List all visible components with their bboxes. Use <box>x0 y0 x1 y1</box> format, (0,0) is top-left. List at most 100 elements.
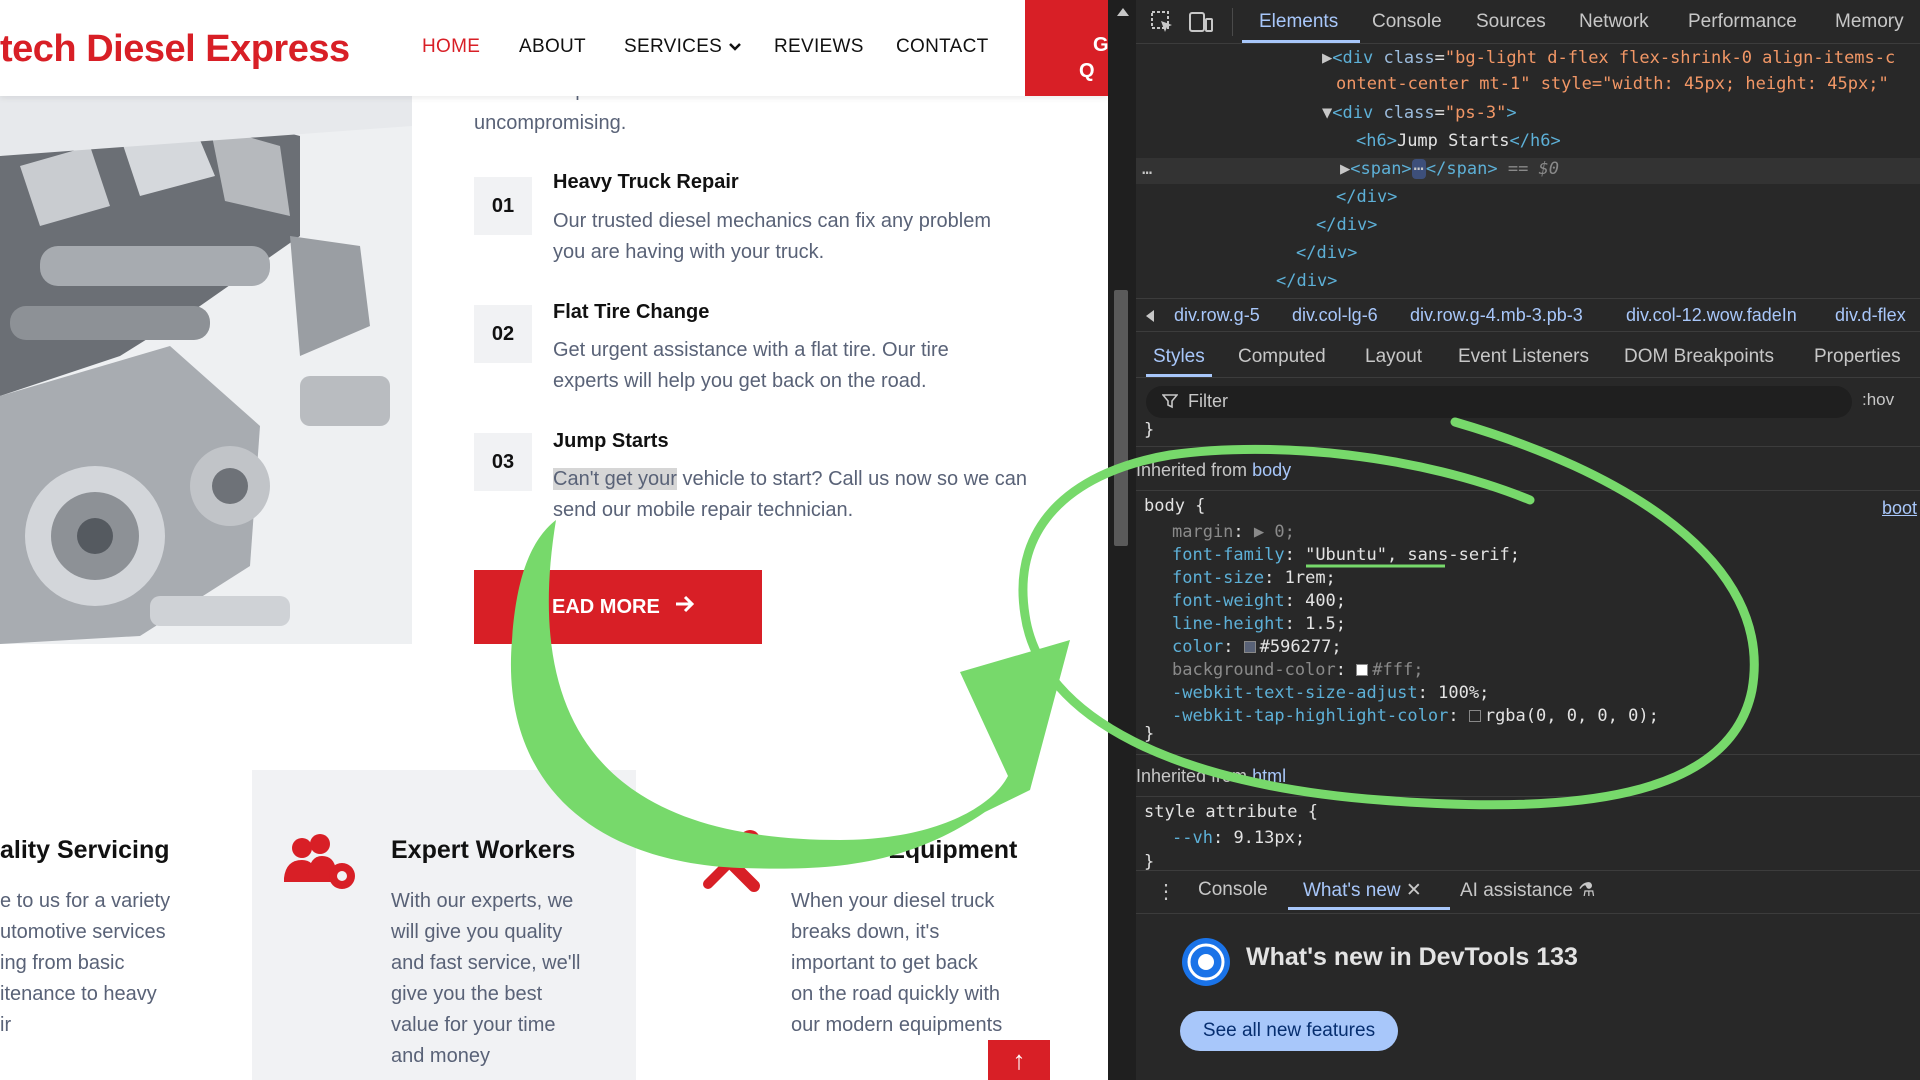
css-declaration[interactable]: line-height: 1.5; <box>1172 614 1346 634</box>
inherited-from-body-header: Inherited from body <box>1136 460 1292 480</box>
breadcrumb-item[interactable]: div.col-12.wow.fadeIn <box>1626 305 1797 326</box>
service-number-03: 03 <box>474 433 532 491</box>
service-number-02: 02 <box>474 305 532 363</box>
devtools-toolbar: Elements Console Sources Network Perform… <box>1136 0 1920 44</box>
breadcrumb-item[interactable]: div.d-flex <box>1835 305 1906 326</box>
page-scrollbar[interactable] <box>1108 0 1136 1080</box>
color-swatch[interactable] <box>1356 664 1369 676</box>
dom-more-icon[interactable]: … <box>1142 159 1152 179</box>
css-declaration[interactable]: -webkit-text-size-adjust: 100%; <box>1172 683 1489 703</box>
users-gear-icon <box>280 834 360 897</box>
brand-logo-text[interactable]: tech Diesel Express <box>0 28 350 71</box>
subtab-layout[interactable]: Layout <box>1365 346 1422 368</box>
feature-desc-quality: e to us for a variety utomotive services i… <box>0 890 171 1036</box>
subtab-event-listeners[interactable]: Event Listeners <box>1458 346 1589 368</box>
css-selector-body: body { <box>1144 496 1206 516</box>
dom-close-div-1: </div> <box>1336 187 1398 207</box>
device-toolbar-icon[interactable] <box>1188 10 1214 39</box>
inspect-element-icon[interactable] <box>1150 10 1174 39</box>
service-number-01: 01 <box>474 177 532 235</box>
nav-home[interactable]: HOME <box>422 36 480 58</box>
stylesheet-link[interactable]: boot <box>1882 498 1917 519</box>
css-declaration[interactable]: background-color: #fff; <box>1172 660 1423 680</box>
drawer-tab-ai-assistance[interactable]: AI assistance ⚗ <box>1460 879 1595 902</box>
styles-subtabs: Styles Computed Layout Event Listeners D… <box>1136 340 1920 378</box>
css-declaration[interactable]: -webkit-tap-highlight-color: rgba(0, 0, … <box>1172 706 1659 726</box>
service-desc-flat-tire: Get urgent assistance with a flat tire. … <box>553 339 949 392</box>
dom-node-div-ps3[interactable]: ▼<div class="ps-3"> <box>1322 103 1517 123</box>
dom-node-attr-continuation: ontent-center mt-1" style="width: 45px; … <box>1336 74 1889 94</box>
css-declaration[interactable]: font-size: 1rem; <box>1172 568 1336 588</box>
text-selection-highlight: Can't get your <box>553 468 677 490</box>
breadcrumb-item[interactable]: div.col-lg-6 <box>1292 305 1378 326</box>
dom-node-h6[interactable]: <h6>Jump Starts</h6> <box>1356 131 1561 151</box>
styles-filter-input[interactable]: Filter <box>1146 386 1852 418</box>
arrow-right-icon <box>674 594 696 620</box>
tab-performance[interactable]: Performance <box>1688 11 1797 33</box>
rule-close-brace: } <box>1144 852 1155 872</box>
tab-console[interactable]: Console <box>1372 11 1442 33</box>
read-more-label: EAD MORE <box>552 595 660 618</box>
nav-services[interactable]: SERVICES <box>624 36 742 58</box>
css-declaration[interactable]: margin: ▶ 0; <box>1172 522 1295 542</box>
nav-reviews[interactable]: REVIEWS <box>774 36 864 58</box>
service-title-jump-starts: Jump Starts <box>553 430 669 452</box>
dom-close-div-3: </div> <box>1296 243 1358 263</box>
filter-icon <box>1161 393 1179 414</box>
breadcrumb: div.row.g-5 div.col-lg-6 div.row.g-4.mb-… <box>1136 298 1920 332</box>
nav-services-label: SERVICES <box>624 36 723 57</box>
subtab-dom-breakpoints[interactable]: DOM Breakpoints <box>1624 346 1774 368</box>
subtab-computed[interactable]: Computed <box>1238 346 1326 368</box>
service-title-flat-tire: Flat Tire Change <box>553 301 710 323</box>
drawer-tab-whats-new[interactable]: What's new ✕ <box>1303 879 1422 902</box>
diesel-engine-image <box>0 96 412 644</box>
dom-node-div-bg-light[interactable]: ▶<div class="bg-light d-flex flex-shrink… <box>1322 48 1895 68</box>
get-quote-button[interactable]: GQ <box>1025 0 1108 96</box>
hover-state-toggle[interactable]: :hov <box>1862 390 1894 410</box>
chevron-down-icon <box>728 36 742 57</box>
feature-desc-modern-equipment: When your diesel truck breaks down, it's i… <box>791 890 1003 1036</box>
dom-close-div-2: </div> <box>1316 215 1378 235</box>
read-more-button[interactable]: EAD MORE <box>474 570 762 644</box>
chrome-devtools-logo-icon <box>1180 936 1232 993</box>
chevron-left-icon[interactable] <box>1146 309 1156 327</box>
dom-node-span-selected[interactable]: ▶<span> ⋯ </span> == $0 <box>1340 159 1559 179</box>
css-declaration[interactable]: color: #596277; <box>1172 637 1342 657</box>
service-desc-jump-starts: Can't get your vehicle to start? Call us… <box>553 468 1028 521</box>
drawer-tab-console[interactable]: Console <box>1198 879 1268 901</box>
feature-title-expert-workers: Expert Workers <box>391 836 576 864</box>
see-all-features-button[interactable]: See all new features <box>1180 1011 1398 1051</box>
subtab-styles[interactable]: Styles <box>1153 346 1205 368</box>
feature-title-quality: ality Servicing <box>0 836 170 864</box>
color-swatch[interactable] <box>1468 710 1481 722</box>
tab-elements[interactable]: Elements <box>1259 11 1338 33</box>
css-declaration-vh[interactable]: --vh: 9.13px; <box>1172 828 1305 848</box>
rule-close-brace: } <box>1144 724 1155 744</box>
nav-about[interactable]: ABOUT <box>519 36 586 58</box>
breadcrumb-item[interactable]: div.row.g-5 <box>1174 305 1260 326</box>
drawer-menu-icon[interactable]: ⋮ <box>1156 879 1176 904</box>
rule-close-brace: } <box>1144 420 1155 440</box>
site-header: tech Diesel Express HOME ABOUT SERVICES … <box>0 0 1108 96</box>
back-to-top-button[interactable]: ↑ <box>988 1040 1050 1080</box>
inherited-from-html-header: Inherited from html <box>1136 766 1287 786</box>
nav-contact[interactable]: CONTACT <box>896 36 989 58</box>
tab-network[interactable]: Network <box>1579 11 1649 33</box>
service-desc-heavy-truck: Our trusted diesel mechanics can fix any… <box>553 210 991 263</box>
close-icon[interactable]: ✕ <box>1406 880 1422 901</box>
css-declaration[interactable]: font-weight: 400; <box>1172 591 1346 611</box>
css-style-attribute: style attribute { <box>1144 802 1318 822</box>
color-swatch[interactable] <box>1243 641 1256 653</box>
whats-new-title: What's new in DevTools 133 <box>1246 943 1578 971</box>
website-viewport: workmanship and customer service is stea… <box>0 0 1108 1080</box>
css-declaration[interactable]: font-family: "Ubuntu", sans-serif; <box>1172 545 1520 565</box>
intro-text: uncompromising. <box>474 112 627 134</box>
tab-sources[interactable]: Sources <box>1476 11 1546 33</box>
arrow-up-icon: ↑ <box>1012 1045 1026 1075</box>
dom-close-div-4: </div> <box>1276 271 1338 291</box>
breadcrumb-item[interactable]: div.row.g-4.mb-3.pb-3 <box>1410 305 1583 326</box>
tab-memory[interactable]: Memory <box>1835 11 1904 33</box>
feature-title-modern-equipment: Modern Equipment <box>791 836 1018 864</box>
subtab-properties[interactable]: Properties <box>1814 346 1901 368</box>
service-title-heavy-truck: Heavy Truck Repair <box>553 171 739 193</box>
